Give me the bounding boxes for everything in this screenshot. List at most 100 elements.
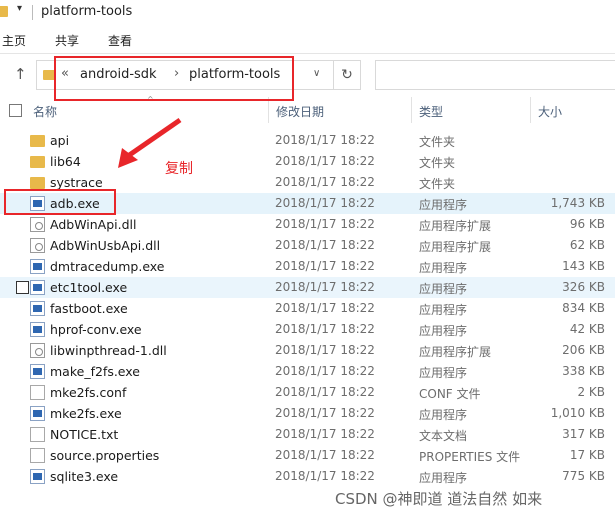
file-row[interactable]: sqlite3.exe 2018/1/17 18:22 应用程序 775 KB xyxy=(0,466,615,487)
file-date: 2018/1/17 18:22 xyxy=(275,301,375,315)
file-date: 2018/1/17 18:22 xyxy=(275,259,375,273)
file-date: 2018/1/17 18:22 xyxy=(275,133,375,147)
file-date: 2018/1/17 18:22 xyxy=(275,364,375,378)
column-name[interactable]: 名称 xyxy=(33,103,57,120)
file-size: 317 KB xyxy=(562,427,605,441)
file-name: dmtracedump.exe xyxy=(50,259,165,274)
file-date: 2018/1/17 18:22 xyxy=(275,406,375,420)
file-row[interactable]: mke2fs.conf 2018/1/17 18:22 CONF 文件 2 KB xyxy=(0,382,615,403)
file-size: 17 KB xyxy=(569,448,605,462)
file-type: 文本文档 xyxy=(419,429,468,443)
file-type: 文件夹 xyxy=(419,135,456,149)
file-name: AdbWinUsbApi.dll xyxy=(50,238,161,253)
file-row[interactable]: lib64 2018/1/17 18:22 文件夹 xyxy=(0,151,615,172)
up-arrow-icon[interactable]: ↑ xyxy=(14,65,27,83)
dll-icon xyxy=(30,343,45,358)
watermark: CSDN @神即道 道法自然 如来 xyxy=(335,490,543,508)
file-date: 2018/1/17 18:22 xyxy=(275,238,375,252)
tab-home[interactable]: 主页 xyxy=(2,32,26,49)
folder-icon xyxy=(30,156,45,168)
file-size: 775 KB xyxy=(562,469,605,483)
file-size: 62 KB xyxy=(569,238,605,252)
file-name: make_f2fs.exe xyxy=(50,364,140,379)
folder-icon xyxy=(0,6,8,17)
file-row[interactable]: AdbWinUsbApi.dll 2018/1/17 18:22 应用程序扩展 62 … xyxy=(0,235,615,256)
chevron-down-icon[interactable]: ∨ xyxy=(313,68,320,79)
exe-icon xyxy=(30,469,45,484)
file-row[interactable]: NOTICE.txt 2018/1/17 18:22 文本文档 317 KB xyxy=(0,424,615,445)
file-row[interactable]: dmtracedump.exe 2018/1/17 18:22 应用程序 143 KB xyxy=(0,256,615,277)
file-date: 2018/1/17 18:22 xyxy=(275,175,375,189)
column-date[interactable]: 修改日期 xyxy=(276,103,324,120)
file-size: 96 KB xyxy=(569,217,605,231)
column-type[interactable]: 类型 xyxy=(419,103,443,120)
adb-highlight-box xyxy=(4,189,116,215)
file-size: 834 KB xyxy=(562,301,605,315)
file-row[interactable]: etc1tool.exe 2018/1/17 18:22 应用程序 326 KB xyxy=(0,277,615,298)
file-size: 2 KB xyxy=(577,385,605,399)
doc-icon xyxy=(30,385,45,400)
quick-access-dropdown-icon[interactable]: ▾ xyxy=(17,3,22,14)
file-type: 应用程序 xyxy=(419,324,468,338)
file-type: 文件夹 xyxy=(419,177,456,191)
file-date: 2018/1/17 18:22 xyxy=(275,280,375,294)
file-size: 143 KB xyxy=(562,259,605,273)
file-type: PROPERTIES 文件 xyxy=(419,450,521,464)
address-highlight-box xyxy=(54,56,294,101)
file-type: 应用程序 xyxy=(419,198,468,212)
column-divider[interactable] xyxy=(411,97,412,123)
tab-view[interactable]: 查看 xyxy=(108,32,132,49)
file-name: mke2fs.exe xyxy=(50,406,122,421)
file-size: 326 KB xyxy=(562,280,605,294)
file-row[interactable]: hprof-conv.exe 2018/1/17 18:22 应用程序 42 KB xyxy=(0,319,615,340)
exe-icon xyxy=(30,301,45,316)
file-date: 2018/1/17 18:22 xyxy=(275,154,375,168)
exe-icon xyxy=(30,259,45,274)
title-separator xyxy=(32,5,33,20)
folder-icon xyxy=(30,177,45,189)
file-type: 应用程序 xyxy=(419,471,468,485)
file-type: 应用程序 xyxy=(419,366,468,380)
row-checkbox[interactable] xyxy=(16,281,29,294)
file-row[interactable]: make_f2fs.exe 2018/1/17 18:22 应用程序 338 KB xyxy=(0,361,615,382)
file-name: systrace xyxy=(50,175,103,190)
file-type: 应用程序 xyxy=(419,408,468,422)
exe-icon xyxy=(30,406,45,421)
file-date: 2018/1/17 18:22 xyxy=(275,448,375,462)
file-date: 2018/1/17 18:22 xyxy=(275,385,375,399)
file-type: 应用程序 xyxy=(419,282,468,296)
file-type: 文件夹 xyxy=(419,156,456,170)
file-row[interactable]: source.properties 2018/1/17 18:22 PROPERTI… xyxy=(0,445,615,466)
file-row[interactable]: libwinpthread-1.dll 2018/1/17 18:22 应用程序扩展… xyxy=(0,340,615,361)
file-row[interactable]: api 2018/1/17 18:22 文件夹 xyxy=(0,130,615,151)
select-all-checkbox[interactable] xyxy=(9,104,22,117)
exe-icon xyxy=(30,364,45,379)
file-date: 2018/1/17 18:22 xyxy=(275,322,375,336)
annotation-copy-label: 复制 xyxy=(165,161,193,177)
file-date: 2018/1/17 18:22 xyxy=(275,343,375,357)
dll-icon xyxy=(30,238,45,253)
file-date: 2018/1/17 18:22 xyxy=(275,196,375,210)
title-bar: ▾ platform-tools xyxy=(0,0,615,26)
search-input[interactable] xyxy=(375,60,615,90)
exe-icon xyxy=(30,322,45,337)
file-row[interactable]: fastboot.exe 2018/1/17 18:22 应用程序 834 KB xyxy=(0,298,615,319)
refresh-icon[interactable]: ↻ xyxy=(334,60,361,90)
file-name: source.properties xyxy=(50,448,160,463)
column-divider[interactable] xyxy=(530,97,531,123)
file-row[interactable]: AdbWinApi.dll 2018/1/17 18:22 应用程序扩展 96 KB xyxy=(0,214,615,235)
window-title: platform-tools xyxy=(41,4,133,19)
file-row[interactable]: mke2fs.exe 2018/1/17 18:22 应用程序 1,010 KB xyxy=(0,403,615,424)
file-name: fastboot.exe xyxy=(50,301,128,316)
file-name: lib64 xyxy=(50,154,81,169)
file-name: NOTICE.txt xyxy=(50,427,119,442)
file-type: 应用程序扩展 xyxy=(419,345,492,359)
tab-share[interactable]: 共享 xyxy=(55,32,79,49)
file-size: 1,010 KB xyxy=(550,406,605,420)
column-size[interactable]: 大小 xyxy=(538,103,562,120)
file-type: 应用程序扩展 xyxy=(419,240,492,254)
doc-icon xyxy=(30,427,45,442)
file-size: 206 KB xyxy=(562,343,605,357)
file-date: 2018/1/17 18:22 xyxy=(275,217,375,231)
ribbon-tabs: 主页 共享 查看 xyxy=(0,26,615,54)
